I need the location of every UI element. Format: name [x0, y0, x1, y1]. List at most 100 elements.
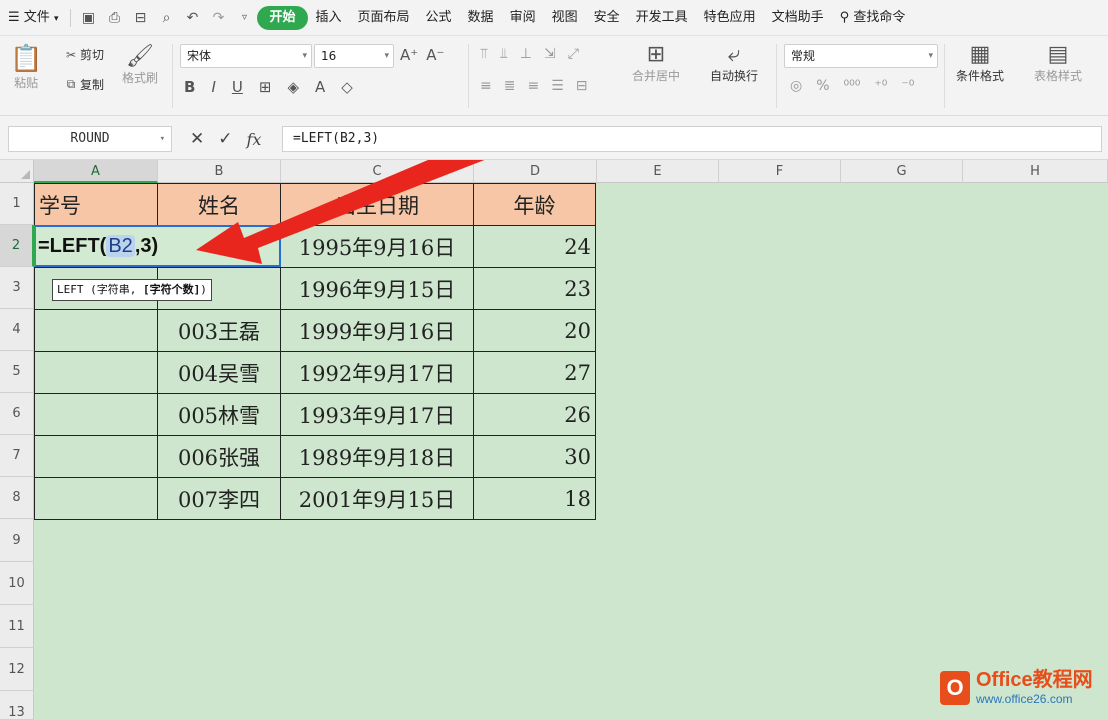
underline-icon[interactable]: U — [232, 78, 243, 96]
export-pdf-icon[interactable]: ⎙ — [101, 10, 127, 26]
cut-button[interactable]: ✂ 剪切 — [62, 46, 104, 63]
align-middle-icon[interactable]: ⫫ — [500, 46, 508, 62]
font-color-icon[interactable]: A — [315, 78, 325, 96]
align-right-icon[interactable]: ≡ — [527, 78, 539, 94]
format-painter-label: 格式刷 — [122, 71, 159, 85]
font-size-value: 16 — [321, 49, 337, 63]
print-icon[interactable]: ⊟ — [127, 10, 153, 26]
decrease-decimal-icon[interactable]: ⁻⁰ — [901, 78, 914, 94]
conditional-format-button[interactable]: ▦ 条件格式 — [956, 42, 1004, 84]
watermark-url: www.office26.com — [976, 692, 1073, 706]
redo-icon[interactable]: ↷ — [205, 10, 231, 26]
align-left-icon[interactable]: ≡ — [480, 78, 492, 94]
ribbon-separator — [468, 44, 469, 108]
office-logo-watermark: O Office教程网 www.office26.com — [940, 670, 1093, 705]
tab-view[interactable]: 视图 — [544, 6, 586, 30]
search-command[interactable]: ⚲ 查找命令 — [832, 6, 914, 30]
justify-icon[interactable]: ☰ — [551, 78, 564, 94]
number-format-buttons: ◎ % ⁰⁰⁰ ⁺⁰ ⁻⁰ — [790, 78, 914, 94]
border-icon[interactable]: ⊞ — [259, 78, 272, 96]
office-logo-icon: O — [940, 670, 970, 705]
menu-bar: ☰ 文件 ▾ ▣ ⎙ ⊟ ⌕ ↶ ↷ ▿ 开始 插入 页面布局 公式 数据 审阅… — [0, 0, 1108, 36]
increase-decimal-icon[interactable]: ⁺⁰ — [874, 78, 887, 94]
table-style-label: 表格样式 — [1034, 69, 1083, 83]
name-box-value: ROUND — [70, 131, 110, 146]
font-name-select[interactable]: 宋体 ▾ — [180, 44, 312, 68]
font-size-buttons: A⁺ A⁻ — [400, 46, 444, 64]
file-menu[interactable]: ☰ 文件 ▾ — [0, 6, 66, 30]
customize-dropdown-icon[interactable]: ▿ — [231, 12, 257, 23]
tab-features[interactable]: 特色应用 — [696, 6, 764, 30]
file-menu-label: 文件 — [23, 9, 50, 25]
wrap-text-icon: ⤶ — [727, 42, 741, 67]
merge-center-button[interactable]: ⊞ 合并居中 — [632, 42, 680, 84]
fill-color-icon[interactable]: ◈ — [287, 78, 299, 96]
menu-separator — [70, 8, 72, 27]
orientation-icon[interactable]: ⤢ — [568, 46, 579, 62]
distribute-icon[interactable]: ⊟ — [576, 78, 588, 94]
increase-font-icon[interactable]: A⁺ — [400, 46, 418, 64]
chevron-down-icon: ▾ — [159, 134, 165, 144]
chevron-down-icon: ▾ — [928, 51, 933, 61]
tab-formulas[interactable]: 公式 — [418, 6, 460, 30]
tab-page-layout[interactable]: 页面布局 — [350, 6, 418, 30]
ribbon-separator — [944, 44, 945, 108]
search-icon: ⚲ — [839, 9, 850, 25]
formula-input[interactable]: =LEFT(B2,3) — [282, 126, 1102, 152]
clipboard-icon: 📋 — [10, 44, 43, 74]
chevron-down-icon: ▾ — [302, 51, 307, 61]
ribbon-separator — [776, 44, 777, 108]
save-icon[interactable]: ▣ — [75, 10, 101, 26]
font-size-select[interactable]: 16 ▾ — [314, 44, 394, 68]
paste-button[interactable]: 📋 粘贴 — [10, 44, 42, 91]
merge-center-label: 合并居中 — [632, 69, 681, 83]
eraser-icon[interactable]: ◇ — [341, 78, 353, 96]
scissors-icon: ✂ — [65, 47, 77, 62]
print-preview-icon[interactable]: ⌕ — [153, 10, 179, 26]
tab-data[interactable]: 数据 — [460, 6, 502, 30]
cut-label: 剪切 — [80, 48, 105, 62]
format-painter-button[interactable]: 🖌 格式刷 — [122, 44, 158, 86]
align-bottom-row: ≡ ≣ ≡ ☰ ⊟ — [480, 78, 588, 94]
insert-function-button[interactable]: fx — [247, 130, 262, 149]
bold-icon[interactable]: B — [184, 78, 195, 96]
formula-bar: ROUND ▾ ✕ ✓ fx =LEFT(B2,3) — [0, 116, 1108, 160]
wrap-text-button[interactable]: ⤶ 自动换行 — [710, 42, 758, 84]
search-command-label: 查找命令 — [853, 9, 906, 25]
name-box[interactable]: ROUND ▾ — [8, 126, 172, 152]
confirm-icon[interactable]: ✓ — [218, 129, 232, 149]
table-style-button[interactable]: ▤ 表格样式 — [1034, 42, 1082, 84]
table-style-icon: ▤ — [1047, 42, 1069, 67]
wrap-icon[interactable]: ⇲ — [544, 46, 556, 62]
annotation-arrow-icon — [196, 160, 485, 264]
cancel-icon[interactable]: ✕ — [190, 129, 204, 149]
tab-home[interactable]: 开始 — [257, 5, 308, 30]
copy-button[interactable]: ⧉ 复制 — [62, 76, 104, 93]
undo-icon[interactable]: ↶ — [179, 10, 205, 26]
watermark-text: Office教程网 www.office26.com — [976, 670, 1093, 705]
tab-insert[interactable]: 插入 — [308, 6, 350, 30]
decrease-font-icon[interactable]: A⁻ — [426, 46, 444, 64]
tab-doc-assistant[interactable]: 文档助手 — [764, 6, 832, 30]
percent-icon[interactable]: % — [816, 78, 829, 94]
chevron-down-icon: ▾ — [384, 51, 389, 61]
watermark-brand: Office教程网 — [976, 669, 1093, 691]
wrap-text-label: 自动换行 — [710, 69, 759, 83]
font-name-value: 宋体 — [187, 49, 212, 63]
align-center-icon[interactable]: ≣ — [504, 78, 516, 94]
tab-security[interactable]: 安全 — [586, 6, 628, 30]
italic-icon[interactable]: I — [211, 78, 215, 96]
chevron-down-icon: ▾ — [53, 13, 59, 24]
number-format-select[interactable]: 常规 ▾ — [784, 44, 938, 68]
tab-developer[interactable]: 开发工具 — [628, 6, 696, 30]
align-top-icon[interactable]: ⫪ — [480, 46, 488, 62]
merge-icon: ⊞ — [646, 42, 666, 67]
conditional-format-label: 条件格式 — [956, 69, 1005, 83]
align-bottom-icon[interactable]: ⊥ — [520, 46, 532, 62]
paste-label: 粘贴 — [14, 76, 39, 90]
align-top-row: ⫪ ⫫ ⊥ ⇲ ⤢ — [480, 46, 579, 62]
currency-icon[interactable]: ◎ — [790, 78, 802, 94]
thousands-icon[interactable]: ⁰⁰⁰ — [844, 78, 861, 94]
tab-review[interactable]: 审阅 — [502, 6, 544, 30]
spreadsheet-grid[interactable]: A B C D E F G H 1 2 3 4 5 6 7 8 9 10 11 … — [0, 160, 1108, 720]
